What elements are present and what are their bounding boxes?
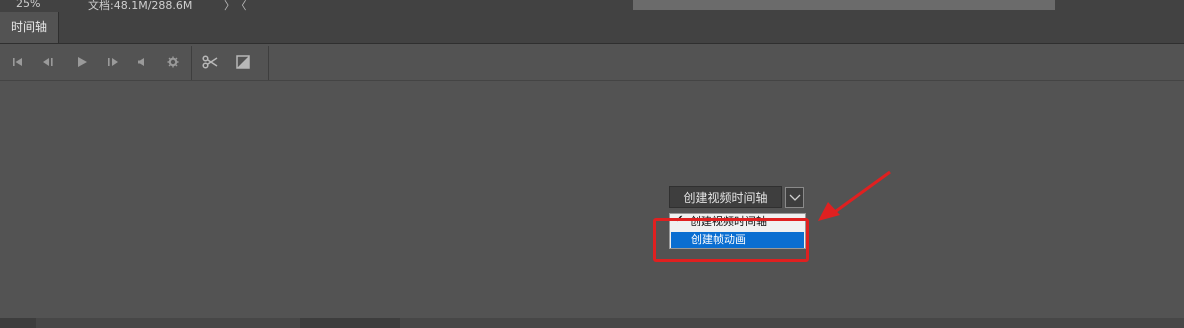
go-to-first-frame-icon[interactable] [10,54,26,70]
play-icon[interactable] [74,54,90,70]
status-bar: 25% 文档:48.1M/288.6M 〉〈 [0,0,1184,12]
create-timeline-button[interactable]: 创建视频时间轴 [669,186,782,208]
chevron-down-icon[interactable] [785,187,804,208]
transition-icon[interactable] [235,54,251,70]
timeline-body [0,81,1184,318]
annotation-highlight-box [653,218,809,262]
annotation-arrow-icon [818,170,891,221]
audio-icon[interactable] [134,54,150,70]
zoom-level[interactable]: 25% [16,0,40,10]
horizontal-scrollbar[interactable] [633,0,1055,10]
toolbar-separator [268,46,269,80]
zoom-slider[interactable] [300,318,400,328]
toolbar-separator [191,46,192,80]
next-frame-icon[interactable] [105,54,121,70]
bottom-controls[interactable] [0,318,36,328]
split-scissors-icon[interactable] [202,54,218,70]
panel-bottom-bar [0,318,1184,328]
settings-icon[interactable] [165,54,181,70]
tab-timeline[interactable]: 时间轴 [0,12,59,43]
panel-tab-bar: 时间轴 [0,12,1184,44]
timeline-toolbar [0,44,1184,81]
previous-frame-icon[interactable] [40,54,56,70]
